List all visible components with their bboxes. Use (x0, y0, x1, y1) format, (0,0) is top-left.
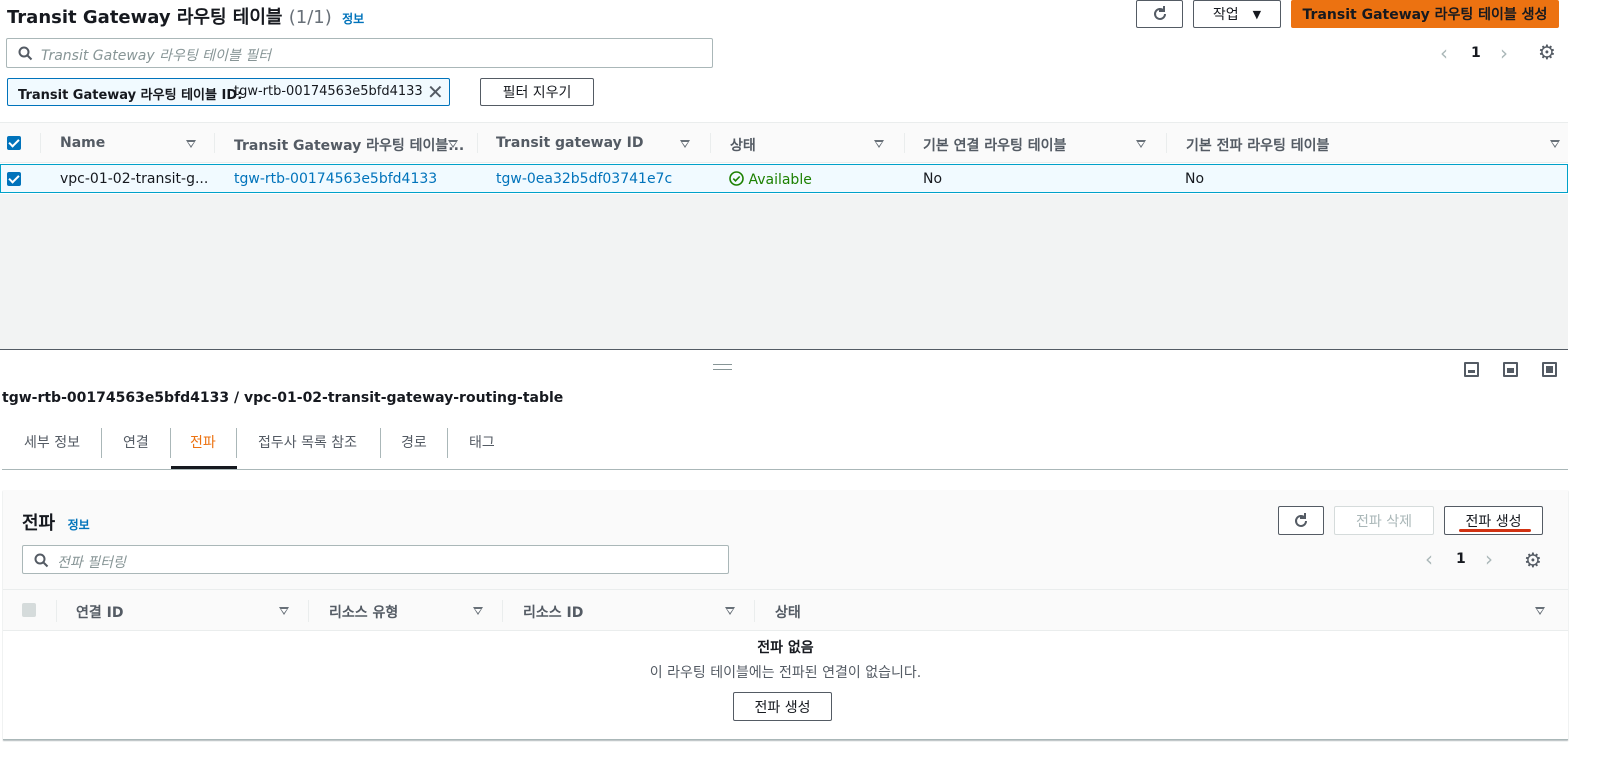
table-header: Name Transit Gateway 라우팅 테이블... Transit … (0, 122, 1568, 163)
propagation-info-link[interactable]: 정보 (68, 518, 90, 532)
pagination: ‹ 1 › (1440, 41, 1520, 65)
sort-resource-id-icon[interactable] (725, 607, 735, 615)
page-title: Transit Gateway 라우팅 테이블 (1/1) 정보 (7, 3, 364, 29)
cell-default-prop: No (1185, 171, 1205, 187)
clear-filters-label: 필터 지우기 (502, 85, 572, 101)
tab-propagations[interactable]: 전파 (190, 432, 216, 452)
actions-label: 작업 (1212, 7, 1239, 23)
annotation-underline (1459, 529, 1531, 532)
refresh-icon (1295, 512, 1307, 527)
panel-bottom-icon[interactable] (1464, 362, 1479, 377)
filter-token-value: tgw-rtb-00174563e5bfd4133 (234, 84, 423, 99)
col-default-prop[interactable]: 기본 전파 라우팅 테이블 (1186, 135, 1329, 155)
detail-title: tgw-rtb-00174563e5bfd4133 / vpc-01-02-tr… (2, 390, 564, 406)
route-table-search[interactable]: Transit Gateway 라우팅 테이블 필터 (6, 38, 713, 68)
create-propagation-label: 전파 생성 (1465, 513, 1522, 530)
empty-state-title: 전파 없음 (757, 640, 814, 656)
sort-state-icon[interactable] (1535, 607, 1545, 615)
remove-filter-icon[interactable]: ✕ (427, 80, 444, 104)
panel-side-icon[interactable] (1503, 362, 1518, 377)
col-attachment-id[interactable]: 연결 ID (76, 602, 123, 622)
table-empty-area (0, 194, 1568, 349)
tab-prefix-list-references[interactable]: 접두사 목록 참조 (258, 432, 357, 452)
caret-down-icon: ▼ (1252, 7, 1262, 21)
propagation-search-placeholder: 전파 필터링 (57, 555, 126, 571)
tab-routes[interactable]: 경로 (401, 432, 427, 452)
select-all-checkbox-disabled (22, 603, 36, 617)
col-rtb-id[interactable]: Transit Gateway 라우팅 테이블... (234, 135, 464, 155)
empty-create-propagation-button[interactable]: 전파 생성 (733, 692, 832, 721)
table-row[interactable]: vpc-01-02-transit-g... tgw-rtb-00174563e… (0, 164, 1568, 193)
filter-token-key: Transit Gateway 라우팅 테이블 ID: (18, 88, 243, 103)
sort-attachment-id-icon[interactable] (279, 607, 289, 615)
tab-tags[interactable]: 태그 (469, 432, 495, 452)
success-check-icon (729, 171, 744, 186)
propagation-search[interactable]: 전파 필터링 (22, 545, 729, 574)
prev-page-icon[interactable]: ‹ (1425, 547, 1433, 571)
sort-resource-type-icon[interactable] (473, 607, 483, 615)
sort-rtb-id-icon[interactable] (448, 140, 458, 148)
tabs-underline (2, 469, 1568, 470)
page-title-text: Transit Gateway 라우팅 테이블 (7, 7, 283, 28)
col-resource-id[interactable]: 리소스 ID (523, 602, 583, 622)
prev-page-icon[interactable]: ‹ (1440, 41, 1448, 65)
cell-tgw-id-link[interactable]: tgw-0ea32b5df03741e7c (496, 171, 672, 187)
cell-name: vpc-01-02-transit-g... (60, 171, 209, 187)
empty-state: 전파 없음 이 라우팅 테이블에는 전파된 연결이 없습니다. (3, 631, 1568, 739)
panel-full-icon[interactable] (1542, 362, 1557, 377)
cell-state: Available (729, 171, 812, 188)
next-page-icon[interactable]: › (1485, 547, 1493, 571)
sort-tgw-id-icon[interactable] (680, 140, 690, 148)
settings-gear-icon[interactable]: ⚙ (1538, 40, 1556, 64)
create-route-table-label: Transit Gateway 라우팅 테이블 생성 (1302, 7, 1548, 23)
sort-name-icon[interactable] (186, 140, 196, 148)
col-state[interactable]: 상태 (775, 602, 801, 622)
delete-propagation-label: 전파 삭제 (1356, 513, 1412, 530)
col-state[interactable]: 상태 (730, 135, 756, 155)
sort-default-assoc-icon[interactable] (1136, 140, 1146, 148)
filter-token: Transit Gateway 라우팅 테이블 ID: tgw-rtb-0017… (7, 78, 450, 106)
resize-handle-icon[interactable] (713, 364, 732, 370)
create-route-table-button[interactable]: Transit Gateway 라우팅 테이블 생성 (1291, 0, 1559, 28)
clear-filters-button[interactable]: 필터 지우기 (480, 78, 594, 106)
select-all-checkbox[interactable] (7, 136, 21, 150)
actions-dropdown-button[interactable]: 작업 ▼ (1193, 0, 1281, 28)
search-icon (18, 46, 33, 61)
page-number[interactable]: 1 (1471, 45, 1481, 61)
col-name[interactable]: Name (60, 135, 105, 151)
state-text: Available (748, 172, 812, 188)
page-number[interactable]: 1 (1456, 551, 1466, 567)
empty-create-propagation-label: 전파 생성 (754, 699, 811, 716)
col-default-assoc[interactable]: 기본 연결 라우팅 테이블 (923, 135, 1066, 155)
cell-rtb-id-link[interactable]: tgw-rtb-00174563e5bfd4133 (234, 171, 437, 187)
delete-propagation-button[interactable]: 전파 삭제 (1334, 506, 1434, 535)
row-checkbox[interactable] (7, 172, 21, 186)
page-title-count: (1/1) (288, 7, 332, 28)
propagation-pagination: ‹ 1 › (1425, 547, 1505, 571)
refresh-button[interactable] (1136, 0, 1183, 28)
empty-state-description: 이 라우팅 테이블에는 전파된 연결이 없습니다. (649, 665, 922, 681)
refresh-icon (1153, 6, 1166, 20)
propagation-refresh-button[interactable] (1278, 506, 1324, 535)
tab-details[interactable]: 세부 정보 (24, 432, 80, 452)
col-tgw-id[interactable]: Transit gateway ID (496, 135, 643, 151)
info-link[interactable]: 정보 (342, 12, 364, 26)
search-placeholder: Transit Gateway 라우팅 테이블 필터 (41, 48, 272, 64)
cell-default-assoc: No (923, 171, 943, 187)
propagation-title: 전파 정보 (22, 509, 90, 535)
propagation-table-header: 연결 ID 리소스 유형 리소스 ID 상태 (3, 589, 1568, 631)
next-page-icon[interactable]: › (1500, 41, 1508, 65)
settings-gear-icon[interactable]: ⚙ (1524, 548, 1542, 572)
col-resource-type[interactable]: 리소스 유형 (329, 602, 398, 622)
split-panel-border (0, 349, 1568, 350)
tab-associations[interactable]: 연결 (123, 432, 149, 452)
search-icon (34, 553, 49, 568)
sort-default-prop-icon[interactable] (1550, 140, 1560, 148)
sort-state-icon[interactable] (874, 140, 884, 148)
propagation-title-text: 전파 (22, 513, 56, 534)
